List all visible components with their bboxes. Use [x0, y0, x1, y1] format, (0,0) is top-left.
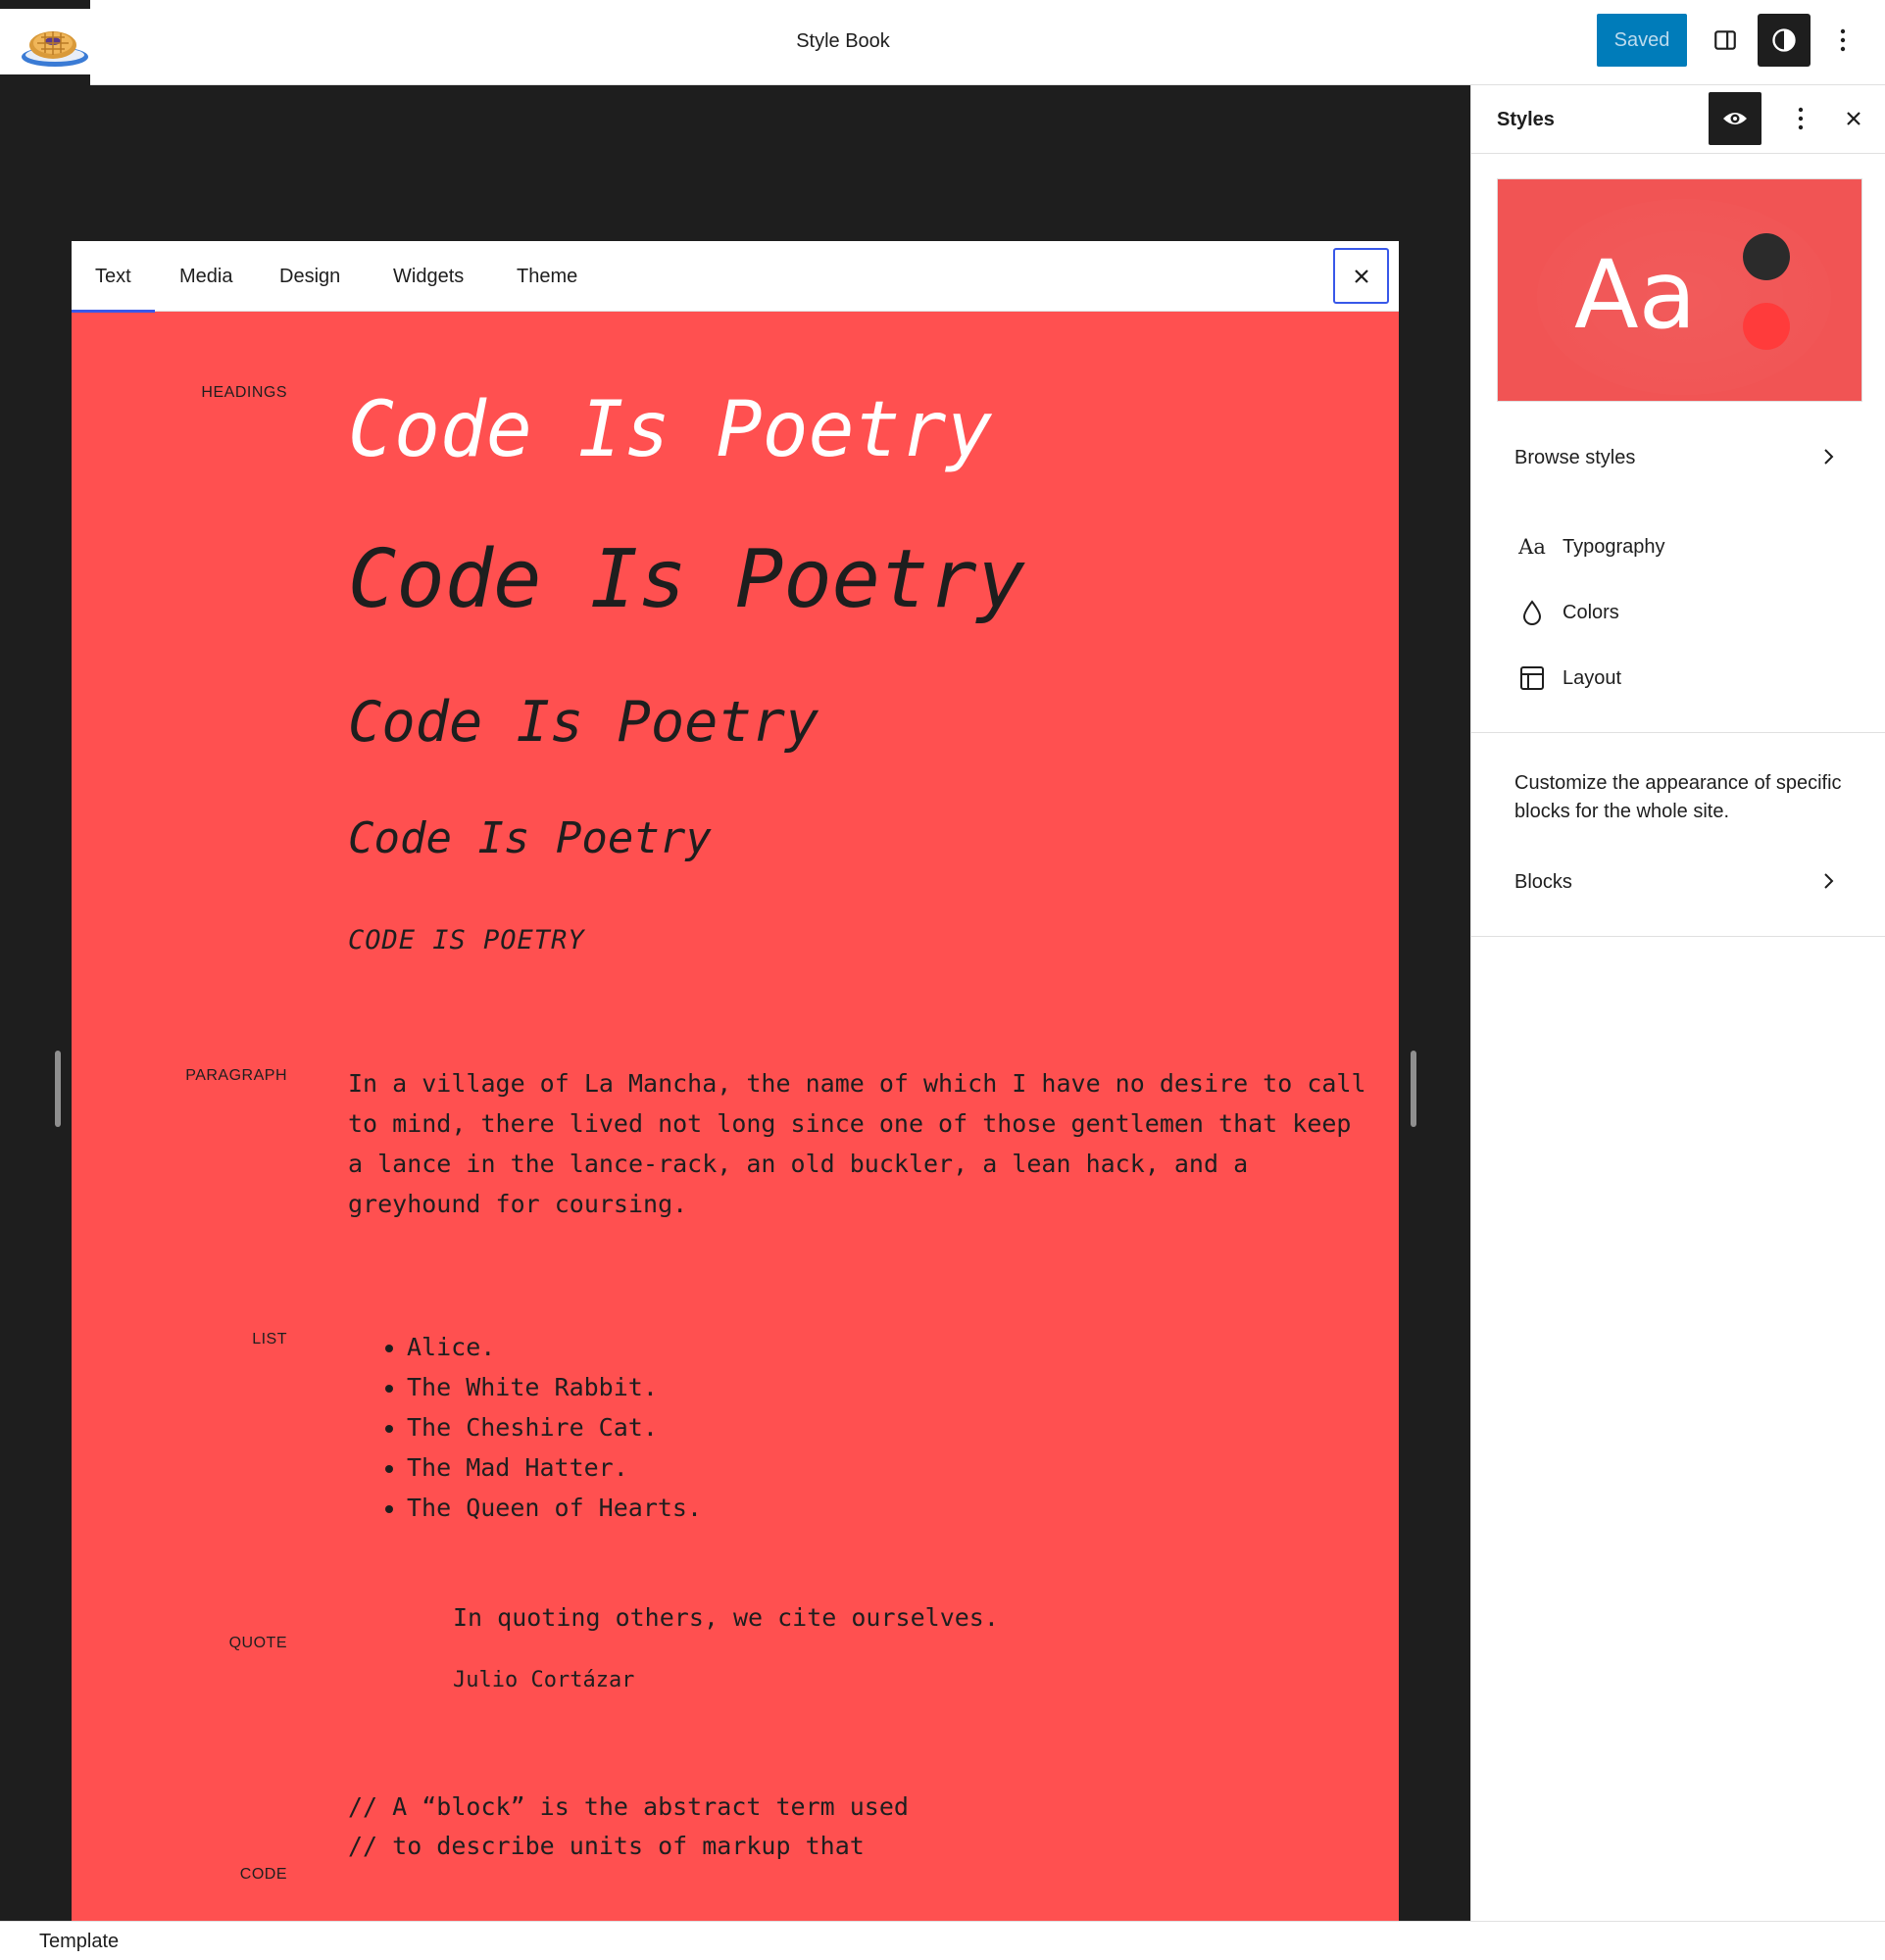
sidebar-options-button[interactable] [1781, 92, 1820, 145]
layout-label: Layout [1563, 666, 1622, 689]
browse-styles-label: Browse styles [1514, 446, 1636, 468]
blocks-description: Customize the appearance of specific blo… [1514, 772, 1842, 822]
editor-header: Style Book Saved [0, 0, 1885, 85]
section-label-paragraph: PARAGRAPH [185, 1067, 287, 1084]
list-item: The Cheshire Cat. [407, 1407, 702, 1447]
editor-footer: Template [0, 1921, 1885, 1960]
sidebar-toggle-button[interactable] [1699, 14, 1752, 67]
heading-5-example[interactable]: CODE IS POETRY [348, 925, 585, 956]
preview-color-swatch-dark [1743, 233, 1790, 280]
list-item: The White Rabbit. [407, 1367, 702, 1407]
list-item: The Mad Hatter. [407, 1447, 702, 1488]
tab-design[interactable]: Design [256, 241, 364, 312]
heading-2-example[interactable]: Code Is Poetry [348, 533, 1025, 626]
heading-3-example[interactable]: Code Is Poetry [348, 690, 818, 755]
sidebar-header: Styles [1471, 85, 1885, 154]
close-style-book-button[interactable] [1333, 248, 1389, 304]
vertical-ellipsis-icon [1798, 107, 1804, 130]
heading-1-example[interactable]: Code Is Poetry [348, 386, 992, 474]
divider [1471, 936, 1885, 937]
code-line: // to describe units of markup that [348, 1832, 865, 1860]
code-example[interactable]: // A “block” is the abstract term used //… [348, 1788, 909, 1866]
quote-example[interactable]: In quoting others, we cite ourselves. [453, 1603, 999, 1632]
styles-button[interactable] [1758, 14, 1811, 67]
tab-theme[interactable]: Theme [493, 241, 601, 312]
section-label-quote: QUOTE [228, 1635, 287, 1651]
layout-button[interactable]: Layout [1471, 652, 1885, 705]
heading-4-example[interactable]: Code Is Poetry [348, 813, 712, 863]
section-label-list: LIST [252, 1331, 287, 1348]
tab-widgets[interactable]: Widgets [370, 241, 487, 312]
tab-text[interactable]: Text [72, 241, 155, 313]
close-icon [1847, 112, 1860, 125]
breadcrumb-template[interactable]: Template [39, 1922, 119, 1960]
vertical-ellipsis-icon [1840, 28, 1846, 52]
divider [1471, 732, 1885, 733]
options-button[interactable] [1816, 14, 1869, 67]
droplet-icon [1518, 599, 1546, 626]
preview-color-swatch-red [1743, 303, 1790, 350]
sidebar-close-button[interactable] [1834, 92, 1873, 145]
document-title[interactable]: Style Book [0, 0, 1686, 82]
browse-styles-button[interactable]: Browse styles [1471, 431, 1885, 484]
blocks-button[interactable]: Blocks [1471, 856, 1885, 908]
list-example[interactable]: Alice. The White Rabbit. The Cheshire Ca… [407, 1327, 702, 1528]
sidebar-icon [1714, 30, 1736, 50]
editor-canvas: Text Media Design Widgets Theme HEADINGS… [0, 85, 1470, 1936]
half-circle-contrast-icon [1772, 28, 1796, 52]
style-book: Text Media Design Widgets Theme HEADINGS… [72, 241, 1399, 1936]
typography-icon: Aa [1518, 535, 1546, 559]
typography-button[interactable]: Aa Typography [1471, 520, 1885, 573]
section-label-code: CODE [239, 1866, 287, 1883]
eye-icon [1723, 113, 1747, 124]
chevron-right-icon [1824, 449, 1834, 465]
blocks-label: Blocks [1514, 870, 1572, 893]
styles-sidebar: Styles Aa Browse styles Aa Typography Co… [1470, 85, 1885, 1921]
sidebar-title: Styles [1497, 109, 1555, 130]
layout-icon [1518, 664, 1546, 692]
resize-handle-right[interactable] [1411, 1051, 1416, 1127]
code-line: // A “block” is the abstract term used [348, 1792, 909, 1821]
style-preview[interactable]: Aa [1497, 178, 1862, 402]
quote-citation: Julio Cortázar [453, 1668, 635, 1692]
style-book-tabs: Text Media Design Widgets Theme [72, 241, 1399, 313]
resize-handle-left[interactable] [55, 1051, 61, 1127]
list-item: Alice. [407, 1327, 702, 1367]
close-icon [1354, 269, 1368, 283]
paragraph-example[interactable]: In a village of La Mancha, the name of w… [348, 1063, 1367, 1224]
tab-media[interactable]: Media [156, 241, 256, 312]
typography-label: Typography [1563, 535, 1665, 558]
preview-typography-sample: Aa [1574, 240, 1697, 350]
section-label-headings: HEADINGS [201, 384, 287, 401]
colors-button[interactable]: Colors [1471, 586, 1885, 639]
colors-label: Colors [1563, 601, 1619, 623]
list-item: The Queen of Hearts. [407, 1488, 702, 1528]
style-book-toggle-button[interactable] [1709, 92, 1761, 145]
chevron-right-icon [1824, 873, 1834, 889]
saved-button[interactable]: Saved [1597, 14, 1687, 67]
